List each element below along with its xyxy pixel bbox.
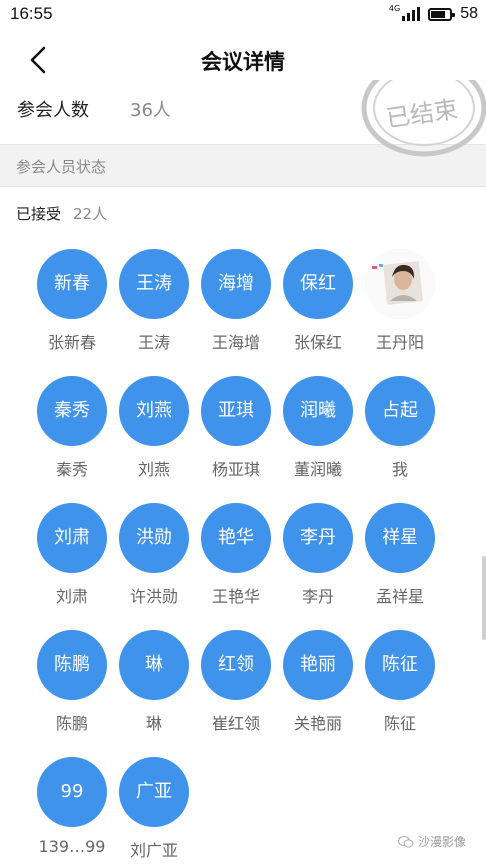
attendee-item[interactable]: 艳华 王艳华	[194, 503, 278, 613]
accepted-count: 22人	[73, 205, 108, 223]
accepted-label: 已接受	[16, 205, 62, 223]
avatar: 刘燕	[119, 376, 189, 446]
accepted-row: 已接受 22人	[16, 203, 107, 224]
battery-icon	[428, 7, 456, 21]
attendee-name: 刘燕	[137, 460, 170, 479]
attendee-name: 王丹阳	[375, 333, 424, 352]
attendee-name: 139…99	[38, 837, 106, 856]
attendee-name: 陈征	[383, 714, 416, 733]
avatar-photo	[365, 249, 435, 319]
attendee-item[interactable]: 陈征 陈征	[358, 630, 442, 740]
scrollbar[interactable]	[482, 556, 486, 640]
attendee-name: 王海增	[211, 333, 260, 352]
attendee-name: 王涛	[137, 333, 170, 352]
attendee-name: 孟祥星	[375, 587, 424, 606]
attendee-name: 刘肃	[55, 587, 88, 606]
attendee-item[interactable]: 琳琳	[112, 630, 196, 740]
avatar: 艳华	[201, 503, 271, 573]
avatar: 秦秀	[37, 376, 107, 446]
attendee-item[interactable]: 李丹 李丹	[276, 503, 360, 613]
avatar: 红领	[201, 630, 271, 700]
attendee-item[interactable]: 润曦 董润曦	[276, 376, 360, 486]
avatar: 99	[37, 757, 107, 827]
attendee-name: 杨亚琪	[211, 460, 260, 479]
avatar: 洪勋	[119, 503, 189, 573]
attendee-item[interactable]: 海增 王海增	[194, 249, 278, 359]
attendee-item[interactable]: 99 139…99	[30, 757, 114, 864]
attendee-item[interactable]: 王丹阳	[358, 249, 442, 359]
avatar: 海增	[201, 249, 271, 319]
attendee-item[interactable]: 王涛 王涛	[112, 249, 196, 359]
avatar: 祥星	[365, 503, 435, 573]
attendee-item[interactable]: 广亚 刘广亚	[112, 757, 196, 864]
status-indicators: 4G 58	[389, 5, 478, 23]
attendee-name: 我	[391, 460, 408, 479]
section-title: 参会人员状态	[16, 158, 107, 176]
avatar: 保红	[283, 249, 353, 319]
attendee-item[interactable]: 祥星 孟祥星	[358, 503, 442, 613]
stamp-text: 已结束	[384, 95, 459, 133]
attendee-item[interactable]: 秦秀 秦秀	[30, 376, 114, 486]
wechat-icon	[398, 835, 414, 848]
attendee-count-label: 参会人数	[17, 100, 89, 121]
avatar: 陈征	[365, 630, 435, 700]
avatar: 刘肃	[37, 503, 107, 573]
battery-level: 58	[460, 5, 478, 22]
attendee-name: 崔红领	[211, 714, 260, 733]
attendee-item[interactable]: 洪勋 许洪勋	[112, 503, 196, 613]
status-time: 16:55	[10, 4, 53, 23]
avatar: 润曦	[283, 376, 353, 446]
attendee-name: 关艳丽	[293, 714, 342, 733]
attendee-item[interactable]: 保红 张保红	[276, 249, 360, 359]
attendee-name: 刘广亚	[129, 841, 178, 860]
attendee-name: 张保红	[293, 333, 342, 352]
attendee-name: 许洪勋	[129, 587, 178, 606]
attendee-item[interactable]: 红领 崔红领	[194, 630, 278, 740]
avatar: 陈鹏	[37, 630, 107, 700]
page-title: 会议详情	[201, 50, 285, 74]
avatar: 艳丽	[283, 630, 353, 700]
attendee-name: 张新春	[47, 333, 96, 352]
avatar: 占起	[365, 376, 435, 446]
watermark-text: 沙漫影像	[418, 835, 467, 849]
avatar: 新春	[37, 249, 107, 319]
attendee-name: 王艳华	[211, 587, 260, 606]
avatar: 李丹	[283, 503, 353, 573]
attendee-name: 琳	[145, 714, 162, 733]
ended-stamp: 已结束	[361, 80, 486, 157]
network-type: 4G	[388, 4, 401, 13]
avatar: 王涛	[119, 249, 189, 319]
attendee-item[interactable]: 亚琪 杨亚琪	[194, 376, 278, 486]
attendee-name: 董润曦	[293, 460, 342, 479]
avatar: 广亚	[119, 757, 189, 827]
attendee-item[interactable]: 艳丽 关艳丽	[276, 630, 360, 740]
watermark: 沙漫影像	[398, 833, 466, 850]
attendee-item[interactable]: 刘燕 刘燕	[112, 376, 196, 486]
attendee-item[interactable]: 新春 张新春	[30, 249, 114, 359]
status-bar: 16:55 4G 58	[0, 0, 486, 28]
avatar: 琳	[119, 630, 189, 700]
attendee-item[interactable]: 占起我	[358, 376, 442, 486]
attendee-count-value: 36人	[130, 100, 171, 121]
attendee-name: 秦秀	[55, 460, 88, 479]
attendee-item[interactable]: 刘肃 刘肃	[30, 503, 114, 613]
signal-icon	[402, 7, 421, 21]
attendee-name: 陈鹏	[55, 714, 88, 733]
attendee-name: 李丹	[301, 587, 334, 606]
attendee-item[interactable]: 陈鹏 陈鹏	[30, 630, 114, 740]
avatar: 亚琪	[201, 376, 271, 446]
